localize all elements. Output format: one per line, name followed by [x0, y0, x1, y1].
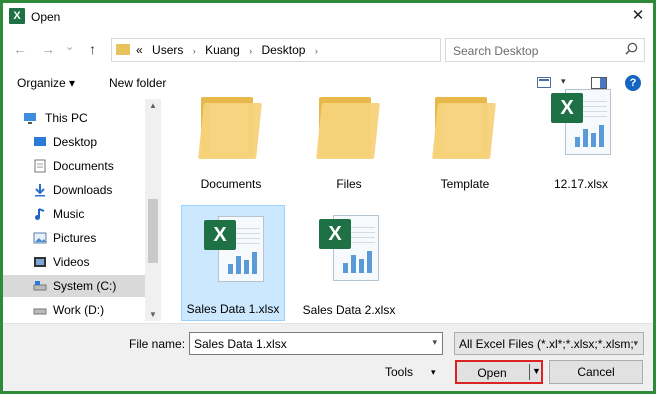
file-item-sales-data-2[interactable]: X Sales Data 2.xlsx: [297, 205, 401, 321]
tools-button[interactable]: Tools: [385, 365, 413, 379]
videos-icon: [34, 257, 46, 267]
folder-icon: [316, 97, 380, 159]
split-divider: [529, 364, 530, 380]
file-name: Documents: [200, 177, 262, 191]
scrollbar-thumb[interactable]: [148, 199, 158, 263]
search-box[interactable]: Search Desktop: [445, 38, 645, 62]
chevron-down-icon[interactable]: ▾: [432, 337, 437, 348]
sidebar-item-label: Work (D:): [53, 303, 105, 317]
excel-file-icon: X: [204, 214, 266, 286]
file-name: 12.17.xlsx: [553, 177, 609, 191]
close-button[interactable]: ✕: [623, 3, 653, 29]
folder-icon: [432, 97, 496, 159]
file-item-sales-data-1[interactable]: X Sales Data 1.xlsx: [181, 205, 285, 321]
folder-icon: [116, 44, 130, 55]
address-row: ← → ⌄ ↑ « Users › Kuang › Desktop › ▾ ↻ …: [3, 33, 653, 67]
breadcrumb-overflow[interactable]: «: [136, 43, 143, 57]
sidebar-item-label: Pictures: [53, 231, 97, 245]
title-bar: X Open ✕: [3, 3, 653, 31]
sidebar-item-downloads[interactable]: Downloads: [3, 179, 145, 201]
tools-chevron-icon[interactable]: ▾: [431, 367, 436, 378]
dialog-title: Open: [31, 10, 61, 24]
drive-icon: [33, 281, 47, 291]
scroll-down-icon[interactable]: ▼: [145, 310, 161, 319]
open-options-chevron-icon[interactable]: ▼: [532, 366, 541, 376]
sidebar-item-label: Downloads: [53, 183, 113, 197]
breadcrumb-kuang[interactable]: Kuang: [205, 43, 240, 57]
scroll-up-icon[interactable]: ▲: [145, 101, 161, 110]
file-name: Files: [336, 177, 362, 191]
forward-icon[interactable]: →: [41, 41, 55, 57]
search-input[interactable]: Search Desktop: [453, 44, 538, 58]
breadcrumb-separator-icon[interactable]: ›: [315, 46, 318, 56]
file-name: Sales Data 2.xlsx: [302, 303, 396, 317]
sidebar-item-label: Desktop: [53, 135, 98, 149]
open-dialog: X Open ✕ ← → ⌄ ↑ « Users › Kuang › Deskt…: [2, 2, 654, 392]
organize-button[interactable]: Organize ▾: [17, 76, 75, 90]
sidebar-item-label: Videos: [53, 255, 90, 269]
documents-icon: [34, 159, 46, 173]
breadcrumb-users[interactable]: Users: [152, 43, 183, 57]
file-name: Sales Data 1.xlsx: [186, 302, 280, 316]
sidebar-item-documents[interactable]: Documents: [3, 155, 145, 177]
file-item-template[interactable]: Template: [413, 79, 517, 195]
sidebar-item-label: Music: [53, 207, 85, 221]
sidebar-item-this-pc[interactable]: This PC: [3, 107, 145, 129]
recent-locations-icon[interactable]: ⌄: [65, 39, 74, 55]
file-type-select[interactable]: All Excel Files (*.xl*;*.xlsx;*.xlsm; ▾: [454, 332, 644, 355]
excel-app-icon: X: [9, 8, 25, 24]
chevron-down-icon[interactable]: ▾: [633, 338, 638, 349]
file-type-value: All Excel Files (*.xl*;*.xlsx;*.xlsm;: [459, 337, 634, 351]
address-bar[interactable]: « Users › Kuang › Desktop › ▾ ↻: [111, 38, 536, 62]
file-list: Documents Files Template X 12.17.xlsx X …: [165, 89, 653, 321]
folder-icon: [198, 97, 262, 159]
up-folder-icon[interactable]: ↑: [89, 41, 96, 57]
excel-file-icon: X: [551, 87, 613, 159]
downloads-icon: [35, 184, 45, 197]
file-name: Template: [440, 177, 490, 191]
pictures-icon: [33, 232, 47, 244]
file-name-combobox[interactable]: ▾: [189, 332, 443, 355]
file-item-documents[interactable]: Documents: [179, 79, 283, 195]
music-icon: [35, 208, 45, 220]
excel-file-icon: X: [319, 213, 381, 285]
open-button[interactable]: Open ▼: [455, 360, 543, 384]
file-item-12-17-xlsx[interactable]: X 12.17.xlsx: [529, 79, 633, 195]
sidebar-item-label: This PC: [45, 111, 88, 125]
breadcrumb-separator-icon[interactable]: ›: [249, 46, 252, 56]
sidebar-item-system-c[interactable]: System (C:): [3, 275, 145, 297]
file-name-label: File name:: [129, 337, 186, 351]
sidebar-item-music[interactable]: Music: [3, 203, 145, 225]
open-button-label: Open: [477, 366, 507, 380]
file-item-files[interactable]: Files: [297, 79, 401, 195]
navigation-pane: This PC Desktop Documents Downloads Musi…: [3, 99, 145, 321]
drive-icon: [33, 308, 47, 315]
computer-icon: [24, 113, 36, 124]
breadcrumb-desktop[interactable]: Desktop: [261, 43, 305, 57]
breadcrumb: « Users › Kuang › Desktop ›: [136, 39, 324, 61]
sidebar-item-label: Documents: [53, 159, 114, 173]
back-icon[interactable]: ←: [13, 41, 27, 57]
breadcrumb-separator-icon[interactable]: ›: [193, 46, 196, 56]
sidebar-item-label: System (C:): [53, 279, 117, 293]
cancel-button[interactable]: Cancel: [549, 360, 643, 384]
new-folder-button[interactable]: New folder: [109, 76, 166, 90]
desktop-icon: [34, 137, 46, 146]
sidebar-item-desktop[interactable]: Desktop: [3, 131, 145, 153]
sidebar-item-videos[interactable]: Videos: [3, 251, 145, 273]
sidebar-item-work-d[interactable]: Work (D:): [3, 299, 145, 321]
sidebar-item-pictures[interactable]: Pictures: [3, 227, 145, 249]
sidebar-scrollbar[interactable]: ▲ ▼: [145, 99, 161, 321]
search-icon[interactable]: [625, 42, 638, 55]
dialog-footer: File name: ▾ All Excel Files (*.xl*;*.xl…: [3, 323, 653, 391]
file-name-field[interactable]: [190, 333, 420, 354]
